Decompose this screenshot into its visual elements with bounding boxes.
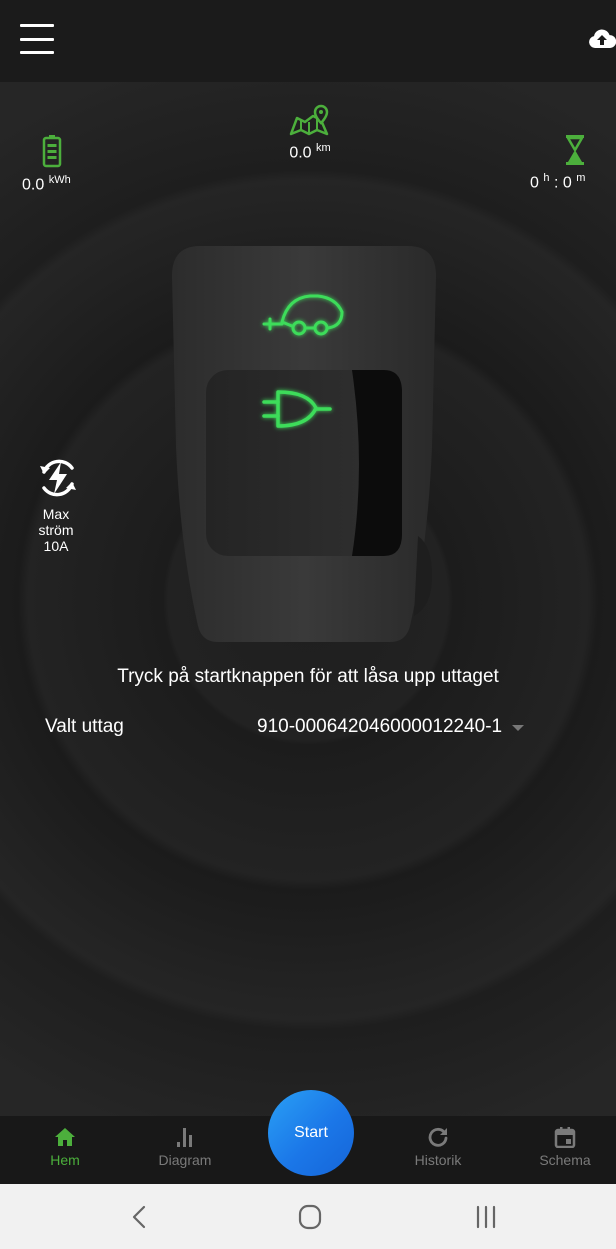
home-circle-icon[interactable]	[290, 1202, 330, 1232]
power-cycle-icon	[40, 459, 76, 497]
distance-unit: km	[316, 142, 331, 154]
hamburger-menu-icon[interactable]	[20, 24, 54, 54]
home-content: 0.0 kWh 0.0 km 0 h : 0 m Max ström 10A T…	[0, 82, 616, 1116]
time-separator: :	[553, 174, 559, 192]
nav-label-schedule: Schema	[539, 1152, 591, 1168]
energy-value: 0.0	[22, 176, 45, 194]
time-minutes-unit: m	[576, 172, 586, 184]
app-screen: 0.0 kWh 0.0 km 0 h : 0 m Max ström 10A T…	[0, 0, 616, 1249]
distance-value: 0.0	[289, 144, 312, 162]
time-hours-unit: h	[543, 172, 550, 184]
cloud-upload-icon[interactable]	[588, 26, 616, 52]
back-icon[interactable]	[120, 1202, 160, 1232]
hourglass-icon	[566, 135, 584, 165]
nav-label-history: Historik	[414, 1152, 462, 1168]
home-icon	[55, 1128, 75, 1146]
max-current-value: 10A	[43, 538, 69, 554]
nav-item-schedule[interactable]: Schema	[520, 1126, 610, 1168]
time-stat: 0 h : 0 m	[530, 134, 616, 192]
system-navigation-bar	[0, 1184, 616, 1249]
outlet-label: Valt uttag	[45, 716, 124, 737]
distance-stat: 0.0 km	[260, 104, 360, 162]
top-app-bar	[0, 0, 616, 82]
nav-label-home: Hem	[50, 1152, 80, 1168]
nav-item-diagram[interactable]: Diagram	[140, 1126, 230, 1168]
dropdown-caret-icon	[512, 725, 525, 731]
refresh-icon	[428, 1127, 448, 1147]
outlet-dropdown[interactable]: 910-000642046000012240-1	[257, 716, 525, 738]
start-button[interactable]: Start	[268, 1090, 354, 1176]
max-current-label-line1: Max	[42, 506, 70, 522]
nav-item-home[interactable]: Hem	[20, 1126, 110, 1168]
recent-apps-icon[interactable]	[466, 1202, 506, 1232]
nav-label-diagram: Diagram	[158, 1152, 212, 1168]
nav-item-history[interactable]: Historik	[393, 1126, 483, 1168]
outlet-selector-row: Valt uttag 910-000642046000012240-1	[45, 716, 595, 744]
time-hours: 0	[530, 174, 539, 192]
max-current-widget[interactable]: Max ström 10A	[24, 454, 114, 554]
unlock-instruction: Tryck på startknappen för att låsa upp u…	[117, 666, 499, 687]
charger-image	[170, 246, 438, 646]
energy-stat: 0.0 kWh	[22, 134, 92, 194]
map-pin-icon	[289, 104, 329, 136]
bar-chart-icon	[177, 1128, 192, 1147]
calendar-icon	[554, 1127, 576, 1148]
outlet-selected-value: 910-000642046000012240-1	[257, 716, 503, 737]
time-minutes: 0	[562, 174, 572, 192]
max-current-label-line2: ström	[38, 522, 74, 538]
energy-unit: kWh	[48, 174, 71, 186]
battery-icon	[42, 135, 62, 168]
